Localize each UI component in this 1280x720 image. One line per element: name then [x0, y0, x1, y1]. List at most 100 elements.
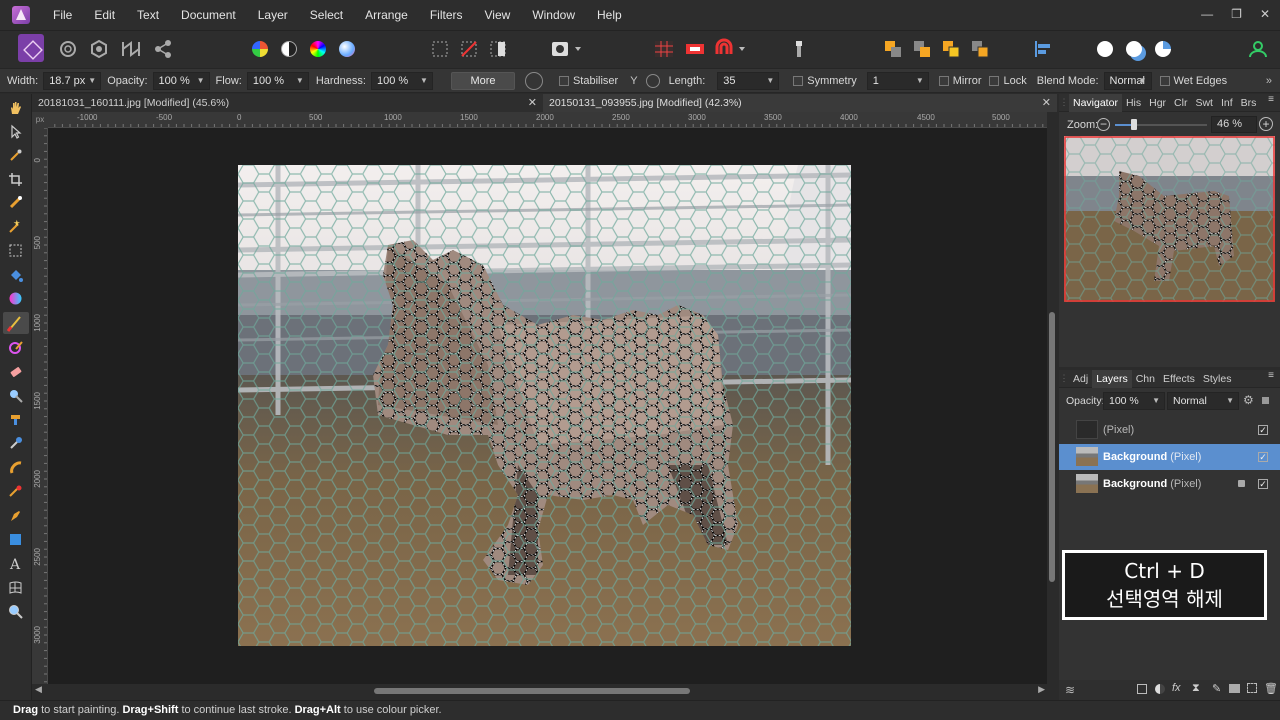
brush-options-icon[interactable] [524, 71, 543, 90]
blemish-removal-icon[interactable] [8, 436, 23, 451]
zoom-in-icon[interactable]: + [1259, 117, 1273, 131]
menu-window[interactable]: Window [521, 0, 586, 30]
symmetry-count-field[interactable]: 1 ▼ [866, 71, 929, 90]
align-icon[interactable] [1031, 38, 1055, 60]
tab-navigator[interactable]: Navigator [1069, 93, 1122, 112]
tab-brushes[interactable]: Brs [1237, 97, 1261, 109]
marquee-tool-icon[interactable] [8, 243, 23, 258]
opacity-field[interactable]: 100 % ▼ [152, 71, 210, 90]
tab-colour[interactable]: Clr [1170, 97, 1191, 109]
tab-history[interactable]: His [1122, 97, 1145, 109]
window-mode-icon[interactable] [645, 73, 660, 88]
layer-opacity-field[interactable]: 100 % ▼ [1103, 392, 1165, 410]
tab-histogram[interactable]: Hgr [1145, 97, 1170, 109]
layer-visibility-checkbox[interactable]: ✓ [1258, 425, 1268, 435]
tab-effects[interactable]: Effects [1159, 373, 1199, 385]
tab-info[interactable]: Inf [1217, 97, 1237, 109]
mirror-checkbox[interactable] [938, 75, 949, 86]
selection-brush-icon[interactable] [8, 195, 23, 210]
menu-filters[interactable]: Filters [419, 0, 474, 30]
red-eye-tool-icon[interactable] [8, 484, 23, 499]
canvas[interactable] [48, 128, 1047, 684]
menu-document[interactable]: Document [170, 0, 247, 30]
width-field[interactable]: 18.7 px ▼ [43, 71, 102, 90]
assistant-icon[interactable] [683, 38, 707, 60]
recolour-icon[interactable] [339, 41, 355, 57]
panel-menu-icon[interactable]: ≡ [1268, 94, 1274, 105]
trash-icon[interactable]: 🗑 [1264, 682, 1278, 695]
close-icon[interactable]: ✕ [1260, 0, 1270, 28]
liquify-persona-icon[interactable] [56, 38, 80, 60]
minimize-icon[interactable]: — [1201, 0, 1213, 28]
zoom-value[interactable]: 46 % [1211, 116, 1257, 133]
tone-mapping-persona-icon[interactable] [119, 38, 143, 60]
length-field[interactable]: 35 ▼ [717, 71, 780, 90]
add-layer-icon[interactable] [1247, 683, 1257, 693]
tab-channels[interactable]: Chn [1132, 373, 1159, 385]
panel-grip-icon[interactable]: ⋮ [1059, 373, 1069, 384]
rope-mode-icon[interactable]: Y [630, 75, 637, 87]
color-replacement-icon[interactable] [8, 340, 23, 355]
panel-grip-icon[interactable]: ⋮ [1059, 97, 1069, 108]
mesh-warp-icon[interactable] [8, 580, 23, 595]
navigator-thumbnail[interactable] [1064, 136, 1275, 302]
scroll-thumb[interactable] [374, 688, 690, 694]
intersect-boolean-icon[interactable] [1155, 41, 1171, 57]
gear-icon[interactable]: ⚙ [1243, 393, 1254, 407]
pen-tool-icon[interactable] [8, 508, 23, 523]
move-back-one-icon[interactable] [910, 38, 934, 60]
crop-tool-icon[interactable] [8, 172, 23, 187]
account-icon[interactable] [1246, 38, 1270, 60]
panel-menu-icon[interactable]: ≡ [1268, 370, 1274, 381]
scroll-right-icon[interactable]: ▶ [1038, 684, 1045, 695]
hsl-icon[interactable] [310, 41, 326, 57]
develop-persona-icon[interactable] [87, 38, 111, 60]
hardness-field[interactable]: 100 % ▼ [370, 71, 433, 90]
symmetry-checkbox[interactable] [793, 75, 804, 86]
close-tab-icon[interactable]: ✕ [528, 94, 537, 112]
layer-blend-select[interactable]: Normal ▼ [1167, 392, 1239, 410]
eraser-tool-icon[interactable] [8, 364, 23, 379]
flow-field[interactable]: 100 % ▼ [246, 71, 309, 90]
stabiliser-checkbox[interactable] [558, 75, 569, 86]
invert-selection-icon[interactable] [486, 38, 510, 60]
photo-donkey-behind-fence[interactable] [238, 165, 851, 646]
add-boolean-icon[interactable] [1097, 41, 1113, 57]
paint-brush-tool-icon[interactable] [3, 312, 29, 334]
adjustment-icon[interactable] [1155, 684, 1165, 694]
zoom-tool-icon[interactable] [8, 604, 23, 619]
color-picker-icon[interactable] [8, 148, 23, 163]
menu-arrange[interactable]: Arrange [354, 0, 419, 30]
tab-document-2[interactable]: 20150131_093955.jpg [Modified] (42.3%) ✕ [543, 94, 1057, 112]
pixel-layer-icon[interactable]: ✎ [1212, 682, 1221, 695]
menu-layer[interactable]: Layer [247, 0, 299, 30]
menu-text[interactable]: Text [126, 0, 170, 30]
menu-view[interactable]: View [474, 0, 522, 30]
restore-icon[interactable]: ❐ [1231, 0, 1242, 28]
clone-tool-icon[interactable] [8, 412, 23, 427]
wet-edges-checkbox[interactable] [1159, 75, 1170, 86]
text-tool-icon[interactable]: A [8, 556, 23, 573]
gradient-tool-icon[interactable] [8, 291, 23, 306]
move-forward-one-icon[interactable] [939, 38, 963, 60]
move-to-back-icon[interactable] [881, 38, 905, 60]
menu-edit[interactable]: Edit [83, 0, 126, 30]
move-to-front-icon[interactable] [968, 38, 992, 60]
snapping-magnet-icon[interactable] [712, 38, 750, 60]
subtract-boolean-icon[interactable] [1126, 41, 1142, 57]
layer-row[interactable]: Background (Pixel) ✓ [1059, 471, 1280, 497]
zoom-slider-handle[interactable] [1131, 119, 1138, 130]
folder-icon[interactable] [1229, 684, 1240, 693]
marquee-selection-icon[interactable] [428, 38, 452, 60]
menu-file[interactable]: File [42, 0, 83, 30]
rectangle-shape-icon[interactable] [8, 532, 23, 547]
export-persona-icon[interactable] [151, 38, 175, 60]
scroll-left-icon[interactable]: ◀ [35, 684, 42, 695]
white-balance-icon[interactable] [281, 41, 297, 57]
tab-styles[interactable]: Styles [1199, 373, 1236, 385]
zoom-out-icon[interactable]: − [1097, 118, 1110, 131]
blend-mode-select[interactable]: Normal ▼ [1103, 71, 1152, 90]
hand-tool-icon[interactable] [8, 100, 23, 115]
fx-icon[interactable]: fx [1172, 682, 1181, 694]
dodge-tool-icon[interactable] [8, 388, 23, 403]
